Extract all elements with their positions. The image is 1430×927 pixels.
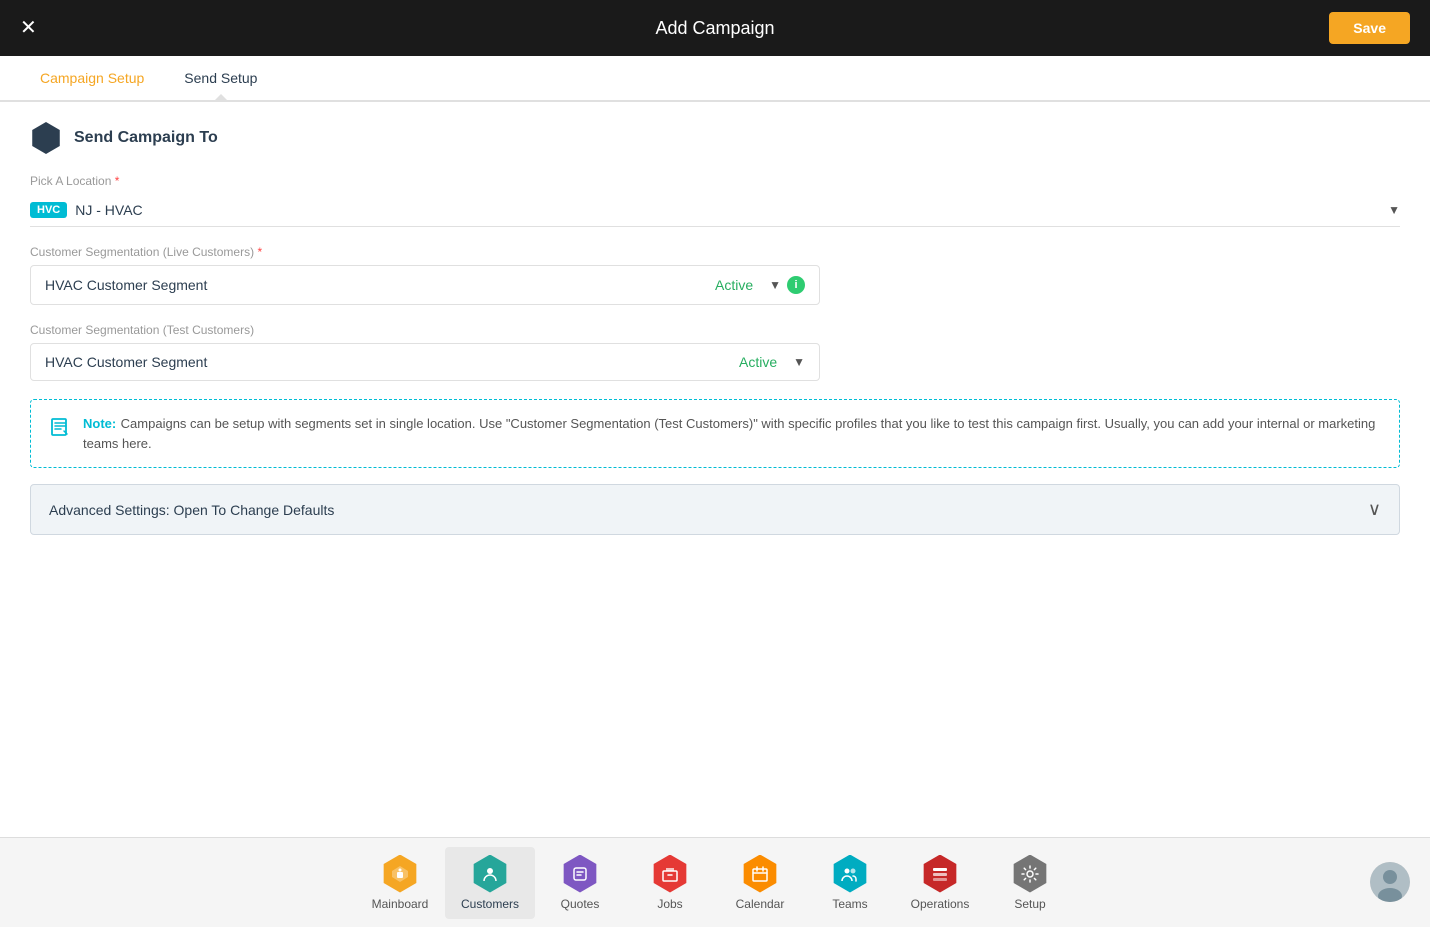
tab-bar: Campaign Setup Send Setup (0, 56, 1430, 102)
jobs-icon (651, 855, 689, 893)
customer-seg-test-row[interactable]: HVAC Customer Segment Active ▼ (30, 343, 820, 381)
operations-icon (921, 855, 959, 893)
customer-seg-test-arrow[interactable]: ▼ (793, 355, 805, 369)
bottom-nav: Mainboard Customers Quotes Jobs (0, 837, 1430, 927)
section-icon (30, 122, 62, 154)
advanced-settings-chevron: ∨ (1368, 499, 1381, 520)
calendar-icon (741, 855, 779, 893)
app-header: ✕ Add Campaign Save (0, 0, 1430, 56)
note-icon (49, 416, 71, 443)
main-content: Send Campaign To Pick A Location * HVC N… (0, 102, 1430, 837)
close-button[interactable]: ✕ (20, 18, 37, 38)
calendar-label: Calendar (736, 897, 785, 911)
operations-label: Operations (911, 897, 970, 911)
nav-item-calendar[interactable]: Calendar (715, 847, 805, 919)
setup-label: Setup (1014, 897, 1045, 911)
bottom-nav-container: Mainboard Customers Quotes Jobs (0, 837, 1430, 927)
customer-seg-test-value: HVAC Customer Segment (45, 354, 739, 370)
info-icon-live[interactable]: i (787, 276, 805, 294)
note-box: Note: Campaigns can be setup with segmen… (30, 399, 1400, 468)
nav-items: Mainboard Customers Quotes Jobs (355, 847, 1075, 919)
location-field: Pick A Location * HVC NJ - HVAC ▼ (30, 174, 1400, 227)
nav-item-mainboard[interactable]: Mainboard (355, 847, 445, 919)
advanced-settings-panel[interactable]: Advanced Settings: Open To Change Defaul… (30, 484, 1400, 535)
customer-seg-test-field: Customer Segmentation (Test Customers) H… (30, 323, 1400, 381)
teams-label: Teams (832, 897, 867, 911)
location-value: NJ - HVAC (75, 202, 1380, 218)
customer-seg-live-field: Customer Segmentation (Live Customers) *… (30, 245, 1400, 305)
page-title: Add Campaign (655, 18, 774, 39)
jobs-label: Jobs (657, 897, 682, 911)
quotes-icon (561, 855, 599, 893)
customer-seg-live-arrow[interactable]: ▼ (769, 278, 781, 292)
location-dropdown-arrow[interactable]: ▼ (1388, 203, 1400, 217)
mainboard-icon (381, 855, 419, 893)
nav-item-customers[interactable]: Customers (445, 847, 535, 919)
customers-icon (471, 855, 509, 893)
hvc-badge: HVC (30, 202, 67, 218)
customer-seg-live-row[interactable]: HVAC Customer Segment Active ▼ i (30, 265, 820, 305)
save-button[interactable]: Save (1329, 12, 1410, 44)
section-header: Send Campaign To (30, 122, 1400, 154)
customer-seg-live-value: HVAC Customer Segment (45, 277, 715, 293)
section-title: Send Campaign To (74, 129, 218, 147)
nav-item-operations[interactable]: Operations (895, 847, 985, 919)
location-label: Pick A Location * (30, 174, 1400, 188)
advanced-settings-label: Advanced Settings: Open To Change Defaul… (49, 502, 334, 518)
customer-seg-test-status: Active (739, 354, 777, 370)
quotes-label: Quotes (561, 897, 600, 911)
teams-icon (831, 855, 869, 893)
customer-seg-live-status: Active (715, 277, 753, 293)
tab-send-setup[interactable]: Send Setup (164, 56, 277, 100)
customer-seg-test-label: Customer Segmentation (Test Customers) (30, 323, 1400, 337)
mainboard-label: Mainboard (372, 897, 429, 911)
tab-campaign-setup[interactable]: Campaign Setup (20, 56, 164, 100)
nav-item-teams[interactable]: Teams (805, 847, 895, 919)
nav-item-setup[interactable]: Setup (985, 847, 1075, 919)
user-avatar[interactable] (1370, 862, 1410, 902)
customers-label: Customers (461, 897, 519, 911)
customer-seg-live-label: Customer Segmentation (Live Customers) * (30, 245, 1400, 259)
location-row[interactable]: HVC NJ - HVAC ▼ (30, 194, 1400, 227)
nav-item-quotes[interactable]: Quotes (535, 847, 625, 919)
setup-icon (1011, 855, 1049, 893)
nav-item-jobs[interactable]: Jobs (625, 847, 715, 919)
note-content: Note: Campaigns can be setup with segmen… (83, 414, 1381, 453)
